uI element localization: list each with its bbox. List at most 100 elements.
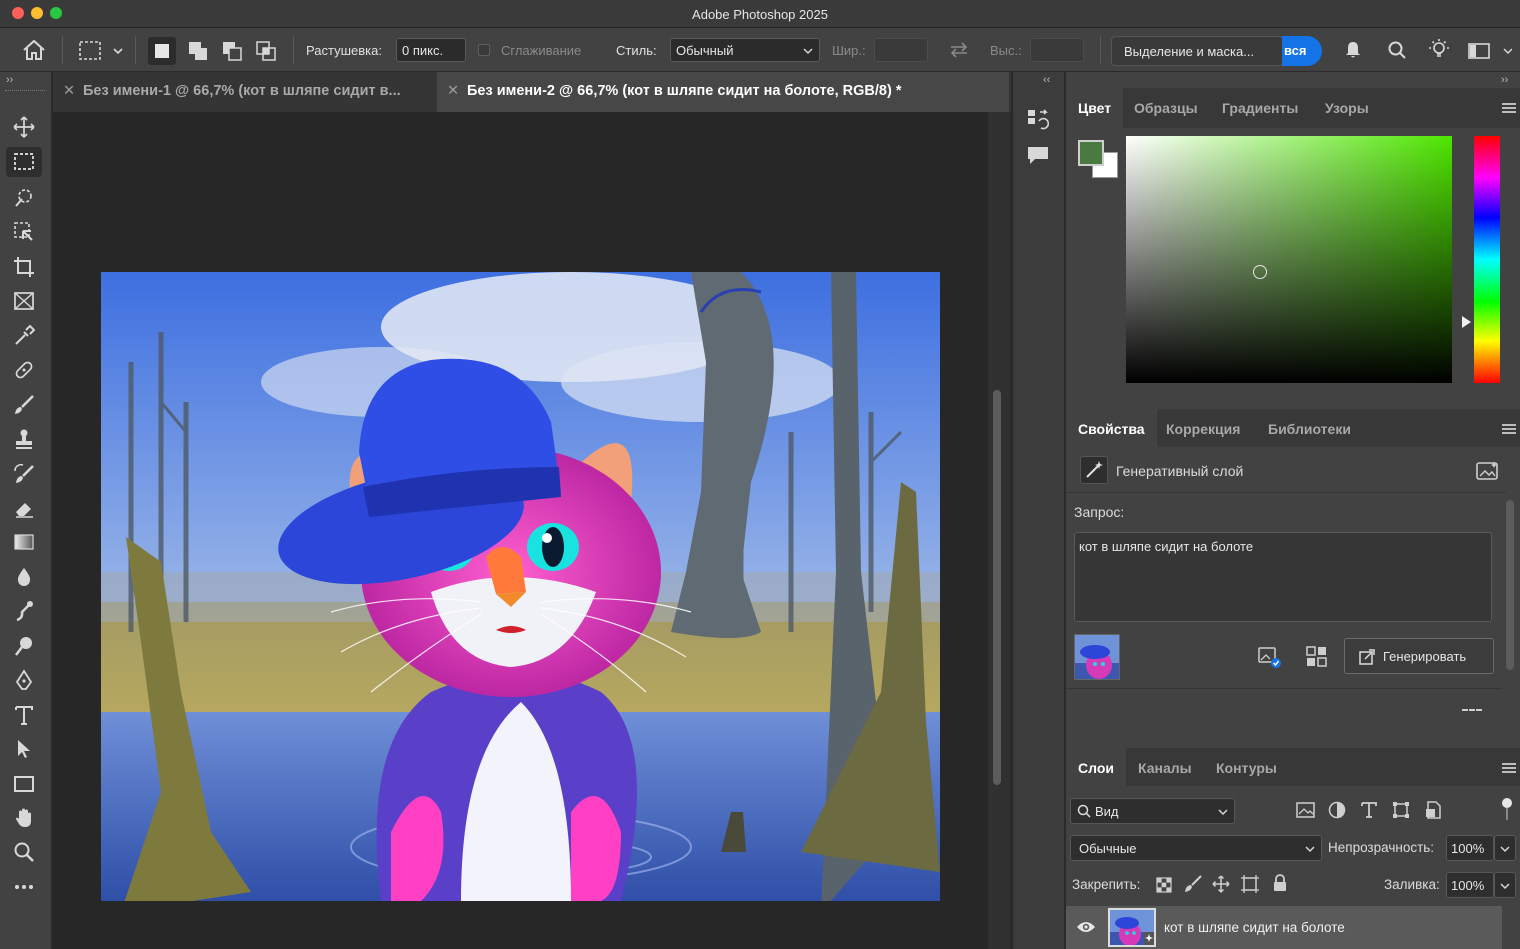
foreground-color-swatch[interactable] <box>1078 140 1104 166</box>
hand-tool-icon[interactable] <box>6 803 42 833</box>
feather-input[interactable]: 0 пикс. <box>396 38 466 62</box>
object-selection-tool-icon[interactable] <box>6 182 42 212</box>
blend-mode-select[interactable]: Обычные <box>1070 835 1322 861</box>
tab-swatches[interactable]: Образцы <box>1122 88 1210 128</box>
expand-panels-icon[interactable]: ‹‹ <box>1043 74 1050 86</box>
workspace-icon[interactable] <box>1468 42 1513 63</box>
comments-panel-icon[interactable] <box>1027 146 1049 169</box>
crop-tool-icon[interactable] <box>6 252 42 282</box>
tab-properties[interactable]: Свойства <box>1066 409 1157 449</box>
fill-input[interactable]: 100% <box>1446 872 1494 898</box>
panel-menu-icon[interactable] <box>1502 428 1516 430</box>
variation-thumbnail[interactable] <box>1074 634 1120 680</box>
filter-smart-object-icon[interactable] <box>1424 801 1442 822</box>
collapse-panels-icon[interactable]: ›› <box>1501 74 1508 86</box>
tab-libraries[interactable]: Библиотеки <box>1256 409 1363 449</box>
more-tools-icon[interactable] <box>6 872 42 902</box>
fill-dropdown[interactable] <box>1494 872 1516 898</box>
layer-filter-select[interactable]: Вид <box>1070 798 1235 824</box>
blur-tool-icon[interactable] <box>6 562 42 592</box>
dodge-tool-icon[interactable] <box>6 631 42 661</box>
eyedropper-tool-icon[interactable] <box>6 321 42 351</box>
filter-pixel-icon[interactable] <box>1296 801 1316 822</box>
tab-channels[interactable]: Каналы <box>1126 748 1204 788</box>
close-tab-icon[interactable]: ✕ <box>447 83 459 99</box>
close-tab-icon[interactable]: ✕ <box>63 83 75 99</box>
antialias-checkbox[interactable] <box>478 44 490 56</box>
add-to-selection-button[interactable] <box>184 37 212 68</box>
history-brush-tool-icon[interactable] <box>6 459 42 489</box>
lock-transparent-icon[interactable] <box>1156 877 1172 896</box>
collapse-toolbar-icon[interactable]: ›› <box>6 74 13 86</box>
frame-tool-icon[interactable] <box>6 286 42 316</box>
properties-scrollbar-thumb[interactable] <box>1506 500 1514 670</box>
hue-slider[interactable] <box>1474 136 1500 383</box>
lock-artboard-icon[interactable] <box>1240 875 1260 896</box>
color-picker-cursor[interactable] <box>1253 265 1267 279</box>
style-select[interactable]: Обычный <box>670 38 820 62</box>
height-input[interactable] <box>1030 38 1084 62</box>
tab-gradients[interactable]: Градиенты <box>1210 88 1310 128</box>
divider <box>135 36 136 64</box>
intersect-selection-button[interactable] <box>252 37 280 68</box>
quick-selection-tool-icon[interactable] <box>6 217 42 247</box>
clone-stamp-tool-icon[interactable] <box>6 424 42 454</box>
scrollbar-thumb[interactable] <box>993 390 1001 785</box>
rate-variation-icon[interactable] <box>1258 647 1282 672</box>
eraser-tool-icon[interactable] <box>6 493 42 523</box>
rectangular-marquee-tool-icon[interactable] <box>6 147 42 177</box>
smudge-tool-icon[interactable] <box>6 596 42 626</box>
healing-brush-tool-icon[interactable] <box>6 355 42 385</box>
generate-button[interactable]: Генерировать <box>1344 638 1494 674</box>
lock-position-icon[interactable] <box>1212 875 1230 896</box>
tab-layers[interactable]: Слои <box>1066 748 1126 788</box>
home-icon[interactable] <box>22 39 46 64</box>
tab-color[interactable]: Цвет <box>1066 88 1124 128</box>
tab-adjustments[interactable]: Коррекция <box>1154 409 1252 449</box>
type-tool-icon[interactable] <box>6 700 42 730</box>
filter-toggle[interactable] <box>1502 798 1512 822</box>
marquee-preset-icon[interactable] <box>78 40 124 65</box>
brush-tool-icon[interactable] <box>6 390 42 420</box>
filter-type-icon[interactable] <box>1360 801 1378 822</box>
height-label: Выс.: <box>990 43 1022 58</box>
opacity-input[interactable]: 100% <box>1446 835 1494 861</box>
more-options-icon[interactable] <box>1462 709 1482 711</box>
canvas-area[interactable] <box>53 112 988 949</box>
prompt-textarea[interactable]: кот в шляпе сидит на болоте <box>1074 532 1492 622</box>
lock-pixels-icon[interactable] <box>1184 875 1202 896</box>
layer-row[interactable]: кот в шляпе сидит на болоте <box>1066 906 1502 949</box>
select-subject-button[interactable]: вся <box>1282 36 1322 66</box>
search-icon[interactable] <box>1387 40 1407 63</box>
pen-tool-icon[interactable] <box>6 665 42 695</box>
gradient-tool-icon[interactable] <box>6 527 42 557</box>
path-selection-tool-icon[interactable] <box>6 734 42 764</box>
new-selection-button[interactable] <box>148 37 176 65</box>
tab-document-2[interactable]: ✕ Без имени-2 @ 66,7% (кот в шляпе сидит… <box>437 72 1009 112</box>
variations-grid-icon[interactable] <box>1306 646 1328 671</box>
width-input[interactable] <box>874 38 928 62</box>
swap-dimensions-icon[interactable] <box>948 40 970 63</box>
lightbulb-icon[interactable] <box>1429 39 1449 62</box>
zoom-tool-icon[interactable] <box>6 837 42 867</box>
panel-menu-icon[interactable] <box>1502 767 1516 769</box>
filter-shape-icon[interactable] <box>1392 801 1410 822</box>
panel-menu-icon[interactable] <box>1502 107 1516 109</box>
opacity-dropdown[interactable] <box>1494 835 1516 861</box>
hue-slider-handle[interactable] <box>1462 316 1471 328</box>
select-and-mask-button[interactable]: Выделение и маска... <box>1111 36 1283 66</box>
move-tool-icon[interactable] <box>6 112 42 142</box>
tab-paths[interactable]: Контуры <box>1204 748 1289 788</box>
tab-patterns[interactable]: Узоры <box>1313 88 1381 128</box>
bell-icon[interactable] <box>1343 40 1363 63</box>
eye-icon[interactable] <box>1076 920 1096 937</box>
filter-adjustment-icon[interactable] <box>1328 801 1346 822</box>
tab-document-1[interactable]: ✕ Без имени-1 @ 66,7% (кот в шляпе сидит… <box>53 72 437 112</box>
history-panel-icon[interactable] <box>1027 108 1050 135</box>
rectangle-tool-icon[interactable] <box>6 769 42 799</box>
subtract-from-selection-button[interactable] <box>218 37 246 68</box>
generative-image-icon[interactable] <box>1476 461 1500 484</box>
document-image[interactable] <box>101 272 940 901</box>
lock-all-icon[interactable] <box>1272 874 1288 895</box>
color-field[interactable] <box>1126 136 1452 383</box>
